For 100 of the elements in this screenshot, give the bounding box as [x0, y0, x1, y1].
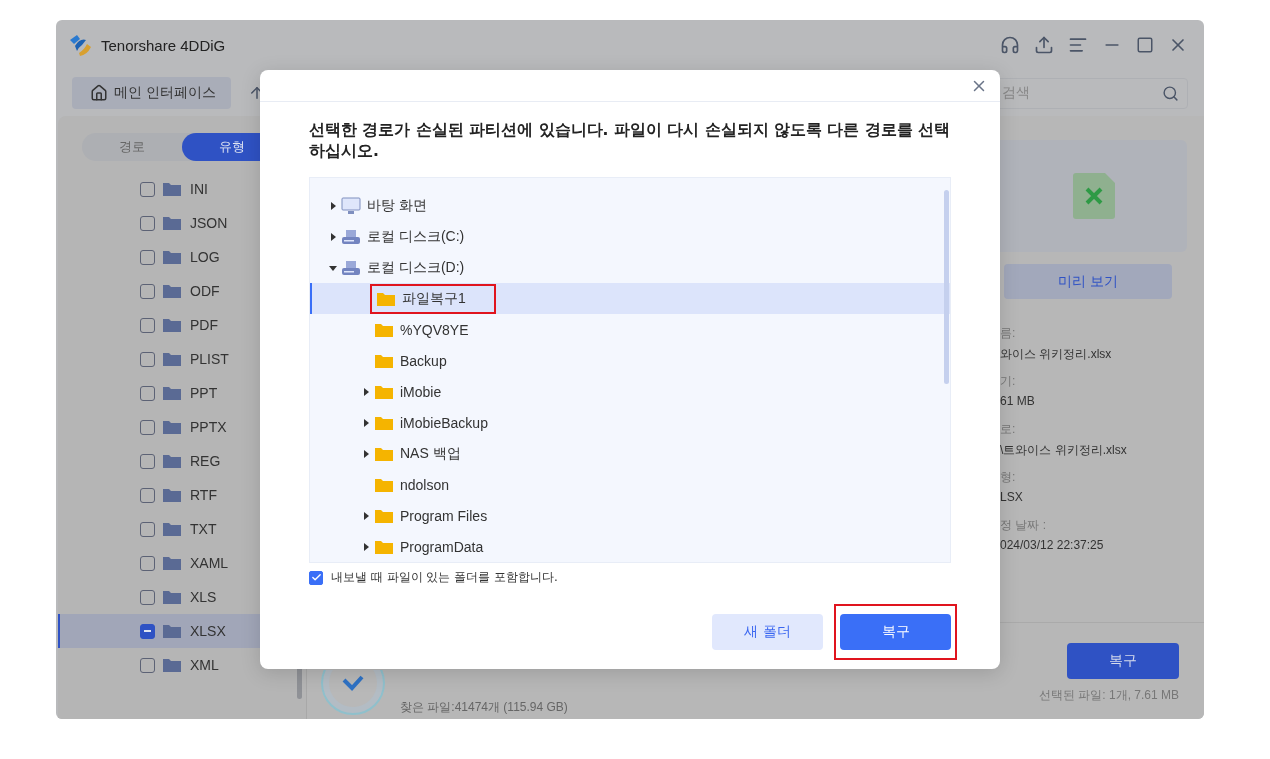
checkbox[interactable] — [140, 623, 155, 639]
tree-item[interactable]: iMobieBackup — [310, 407, 950, 438]
selected-files-text: 선택된 파일: 1개, 7.61 MB — [1038, 687, 1179, 704]
found-files-text: 찾은 파일:41474개 (115.94 GB) — [400, 699, 568, 716]
folder-icon — [162, 351, 182, 367]
detail-label: 름: — [1000, 325, 1017, 342]
headset-icon[interactable] — [1000, 35, 1020, 55]
type-row[interactable]: XAML — [58, 546, 306, 580]
folder-icon — [162, 317, 182, 333]
folder-icon — [162, 419, 182, 435]
home-icon — [90, 84, 108, 102]
home-button[interactable]: 메인 인터페이스 — [72, 77, 231, 109]
checkbox[interactable] — [140, 181, 155, 197]
scrollbar-thumb[interactable] — [944, 190, 949, 384]
menu-icon[interactable] — [1068, 35, 1088, 55]
type-label: PPT — [190, 385, 218, 401]
search-icon[interactable] — [1162, 84, 1179, 102]
maximize-icon[interactable] — [1136, 36, 1154, 54]
recover-button[interactable]: 복구 — [1067, 643, 1179, 679]
tree-item[interactable]: %YQV8YE — [310, 314, 950, 345]
detail-label: 기: — [1000, 373, 1017, 390]
type-row[interactable]: PPT — [58, 376, 306, 410]
type-row[interactable]: PLIST — [58, 342, 306, 376]
folder-icon — [162, 283, 182, 299]
type-label: XLSX — [190, 623, 226, 639]
folder-icon — [374, 476, 394, 493]
folder-icon — [374, 352, 394, 369]
checkbox[interactable] — [140, 283, 155, 299]
checkbox-label: 내보낼 때 파일이 있는 폴더를 포함합니다. — [331, 569, 558, 586]
folder-icon — [374, 383, 394, 400]
type-label: XLS — [190, 589, 217, 605]
checkbox[interactable] — [140, 351, 155, 367]
checkbox[interactable] — [140, 589, 155, 605]
share-icon[interactable] — [1034, 35, 1054, 55]
checkbox[interactable] — [140, 215, 155, 231]
tree-label: 로컬 디스크(D:) — [367, 258, 465, 277]
type-row[interactable]: XML — [58, 648, 306, 682]
tree-item[interactable]: iMobie — [310, 376, 950, 407]
checkbox[interactable] — [140, 555, 155, 571]
tree-item[interactable]: 바탕 화면 — [310, 190, 950, 221]
folder-icon — [162, 657, 182, 673]
caret-right-icon[interactable] — [362, 387, 370, 396]
caret-right-icon[interactable] — [362, 449, 370, 458]
type-row[interactable]: PPTX — [58, 410, 306, 444]
type-row[interactable]: PDF — [58, 308, 306, 342]
tree-item[interactable]: ndolson — [310, 469, 950, 500]
folder-icon — [162, 623, 182, 639]
caret-right-icon[interactable] — [362, 542, 370, 551]
type-row[interactable]: LOG — [58, 240, 306, 274]
type-label: PPTX — [190, 419, 227, 435]
detail-label: 로: — [1000, 421, 1017, 438]
checkbox[interactable] — [140, 521, 155, 537]
tree-item[interactable]: ProgramData — [310, 531, 950, 562]
tree-item[interactable]: Backup — [310, 345, 950, 376]
type-row[interactable]: TXT — [58, 512, 306, 546]
checkbox[interactable] — [140, 317, 155, 333]
detail-value: \트와이스 위키정리.xlsx — [1000, 442, 1128, 459]
caret-right-icon[interactable] — [362, 511, 370, 520]
tree-item[interactable]: 로컬 디스크(C:) — [310, 221, 950, 252]
type-row[interactable]: ODF — [58, 274, 306, 308]
folder-icon — [374, 445, 394, 462]
tree-item[interactable]: Program Files — [310, 500, 950, 531]
tree-label: iMobie — [400, 383, 442, 400]
checkbox[interactable] — [140, 249, 155, 265]
tree-label: 로컬 디스크(C:) — [367, 227, 465, 246]
tree-label: 파일복구1 — [402, 289, 466, 308]
detail-value: LSX — [1000, 490, 1024, 506]
folder-icon — [374, 414, 394, 431]
recover-button[interactable]: 복구 — [840, 614, 951, 650]
tree-item[interactable]: NAS 백업 — [310, 438, 950, 469]
type-row[interactable]: RTF — [58, 478, 306, 512]
caret-right-icon[interactable] — [362, 418, 370, 427]
tree-item[interactable]: 파일복구1 — [310, 283, 950, 314]
detail-value: 와이스 위키정리.xlsx — [1000, 346, 1113, 363]
checkbox[interactable] — [140, 657, 155, 673]
checkbox[interactable] — [140, 385, 155, 401]
window-title: Tenorshare 4DDiG — [101, 36, 226, 54]
caret-down-icon[interactable] — [329, 263, 337, 272]
type-label: LOG — [190, 249, 220, 265]
checkbox[interactable] — [140, 487, 155, 503]
new-folder-button[interactable]: 새 폴더 — [712, 614, 823, 650]
tree-label: iMobieBackup — [400, 414, 488, 431]
type-row[interactable]: XLS — [58, 580, 306, 614]
type-label: PDF — [190, 317, 218, 333]
type-label: XML — [190, 657, 219, 673]
type-label: XAML — [190, 555, 229, 571]
type-row[interactable]: INI — [58, 172, 306, 206]
folder-icon — [162, 555, 182, 571]
folder-icon — [162, 487, 182, 503]
type-row[interactable]: JSON — [58, 206, 306, 240]
tree-item[interactable]: 로컬 디스크(D:) — [310, 252, 950, 283]
type-row[interactable]: REG — [58, 444, 306, 478]
folder-icon — [162, 181, 182, 197]
checkbox[interactable] — [309, 570, 323, 585]
checkbox[interactable] — [140, 419, 155, 435]
checkbox[interactable] — [140, 453, 155, 469]
detail-value: 61 MB — [1000, 394, 1036, 410]
tree-label: %YQV8YE — [400, 321, 469, 338]
caret-right-icon[interactable] — [329, 201, 337, 210]
caret-right-icon[interactable] — [329, 232, 337, 241]
